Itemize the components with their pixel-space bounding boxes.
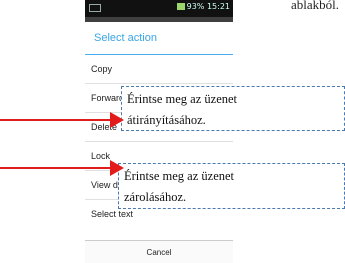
battery-percent: 93% [186,2,205,11]
cancel-button[interactable]: Cancel [85,240,233,263]
arrow-head-forward-icon [110,112,124,128]
menu-item-label: Copy [91,64,113,74]
signal-icon [176,3,185,10]
callout-forward-line1: Érintse meg az üzenet [127,92,238,106]
arrow-line-lock [0,167,112,169]
callout-lock-line2: zárolásához. [124,190,187,204]
cancel-label: Cancel [146,248,172,257]
image-notification-icon [89,4,101,12]
callout-lock: Érintse meg az üzenet zárolásához. [118,163,345,209]
status-right: 93% 15:21 [176,2,230,11]
menu-item-label: Lock [91,151,111,161]
top-text: ablakból. [290,0,339,12]
arrow-line-forward [0,119,112,121]
callout-lock-line1: Érintse meg az üzenet [124,169,235,183]
arrow-head-lock-icon [110,160,124,176]
status-time: 15:21 [206,2,230,11]
dialog-title: Select action [94,32,157,44]
phone-screen: 93% 15:21 Select action Copy Forward Del… [85,0,233,263]
menu-item-label: Forward [91,93,125,103]
status-bar: 93% 15:21 [85,0,233,17]
menu-item-copy[interactable]: Copy [85,55,233,84]
menu-item-label: Select text [91,209,134,219]
callout-forward: Érintse meg az üzenet átirányításához. [121,86,345,131]
select-action-dialog: Select action Copy Forward Delete Lock V… [85,22,233,263]
callout-forward-line2: átirányításához. [127,113,206,127]
